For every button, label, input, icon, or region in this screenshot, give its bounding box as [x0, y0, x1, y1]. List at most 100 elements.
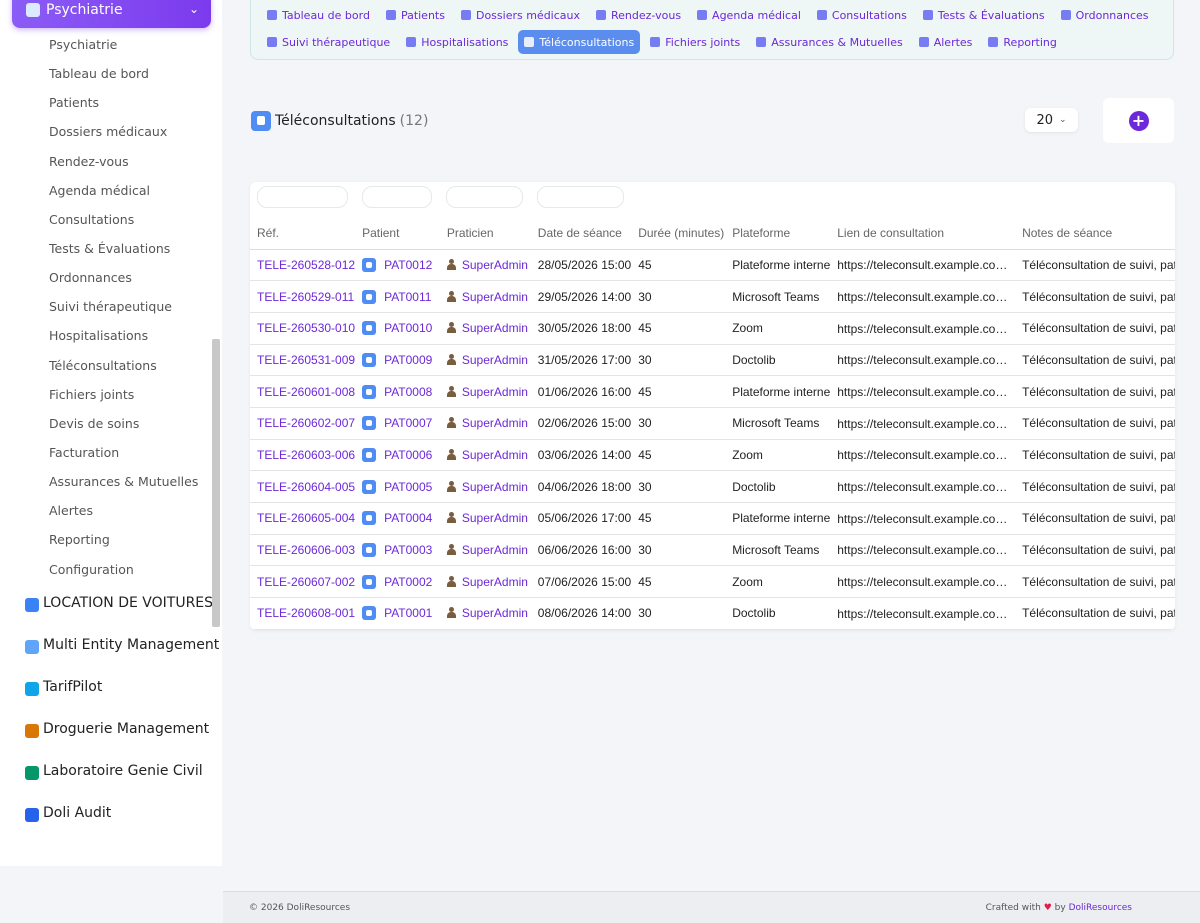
cell-ref[interactable]: TELE-260601-008 — [250, 375, 356, 408]
sidebar-module-location-de-voitures[interactable]: LOCATION DE VOITURES — [25, 595, 219, 637]
patient-link[interactable]: PAT0007 — [384, 416, 432, 430]
table-row[interactable]: TELE-260608-001 PAT0001 SuperAdmin 08/06/20… — [250, 597, 1175, 630]
column-header-patient[interactable]: Patient — [355, 217, 440, 250]
tab-suivi-therapeutique[interactable]: Suivi thérapeutique — [261, 30, 396, 54]
practitioner-link[interactable]: SuperAdmin — [462, 480, 528, 494]
table-row[interactable]: TELE-260603-006 PAT0006 SuperAdmin 03/06/20… — [250, 439, 1175, 472]
cell-praticien[interactable]: SuperAdmin — [439, 439, 531, 472]
column-header-lien-de-consultation[interactable]: Lien de consultation — [830, 217, 1016, 250]
cell-ref[interactable]: TELE-260608-001 — [250, 597, 356, 630]
column-header-notes-de-seance[interactable]: Notes de séance — [1015, 217, 1175, 250]
cell-ref[interactable]: TELE-260528-012 — [250, 249, 356, 282]
page-size-select[interactable]: 20 ⌄ — [1025, 108, 1078, 132]
cell-ref[interactable]: TELE-260602-007 — [250, 407, 356, 440]
table-row[interactable]: TELE-260529-011 PAT0011 SuperAdmin 29/05/20… — [250, 280, 1175, 313]
sidebar-item-rendez-vous[interactable]: Rendez-vous — [49, 153, 198, 182]
patient-link[interactable]: PAT0008 — [384, 385, 432, 399]
column-header-praticien[interactable]: Praticien — [439, 217, 531, 250]
table-row[interactable]: TELE-260528-012 PAT0012 SuperAdmin 28/05/20… — [250, 249, 1175, 282]
tab-dossiers-medicaux[interactable]: Dossiers médicaux — [455, 3, 586, 27]
table-row[interactable]: TELE-260607-002 PAT0002 SuperAdmin 07/06/20… — [250, 565, 1175, 599]
sidebar-item-reporting[interactable]: Reporting — [49, 531, 198, 560]
tab-patients[interactable]: Patients — [380, 3, 451, 27]
sidebar-module-doli-audit[interactable]: Doli Audit — [25, 805, 219, 847]
cell-praticien[interactable]: SuperAdmin — [439, 502, 531, 535]
cell-praticien[interactable]: SuperAdmin — [439, 312, 531, 345]
cell-patient[interactable]: PAT0002 — [355, 565, 440, 599]
footer-brand-link[interactable]: DoliResources — [1069, 903, 1132, 913]
cell-praticien[interactable]: SuperAdmin — [439, 565, 531, 599]
cell-praticien[interactable]: SuperAdmin — [439, 407, 531, 440]
tab-reporting[interactable]: Reporting — [982, 30, 1062, 54]
add-record-button[interactable]: + — [1128, 110, 1149, 131]
sidebar-item-devis-de-soins[interactable]: Devis de soins — [49, 415, 198, 444]
cell-ref[interactable]: TELE-260531-009 — [250, 344, 356, 377]
consultation-link[interactable]: https://teleconsult.example.com/... — [837, 290, 1009, 304]
sidebar-item-agenda-medical[interactable]: Agenda médical — [49, 182, 198, 211]
tab-agenda-medical[interactable]: Agenda médical — [691, 3, 807, 27]
practitioner-link[interactable]: SuperAdmin — [462, 416, 528, 430]
patient-link[interactable]: PAT0006 — [384, 448, 432, 462]
sidebar-item-configuration[interactable]: Configuration — [49, 561, 198, 590]
cell-patient[interactable]: PAT0009 — [355, 344, 440, 377]
sidebar-item-tableau-de-bord[interactable]: Tableau de bord — [49, 65, 198, 94]
cell-praticien[interactable]: SuperAdmin — [439, 280, 531, 313]
practitioner-link[interactable]: SuperAdmin — [462, 575, 528, 589]
column-header-duree-minutes[interactable]: Durée (minutes) — [631, 217, 726, 250]
table-row[interactable]: TELE-260606-003 PAT0003 SuperAdmin 06/06/20… — [250, 534, 1175, 567]
cell-praticien[interactable]: SuperAdmin — [439, 375, 531, 408]
sidebar-scrollbar[interactable] — [212, 339, 220, 627]
sidebar-item-tests-evaluations[interactable]: Tests & Évaluations — [49, 240, 198, 269]
tab-fichiers-joints[interactable]: Fichiers joints — [644, 30, 746, 54]
cell-ref[interactable]: TELE-260604-005 — [250, 470, 356, 503]
sidebar-item-hospitalisations[interactable]: Hospitalisations — [49, 327, 198, 356]
filter-date-input[interactable] — [537, 186, 624, 208]
consultation-link[interactable]: https://teleconsult.example.com/... — [837, 417, 1009, 431]
consultation-link[interactable]: https://teleconsult.example.com/... — [837, 543, 1009, 557]
patient-link[interactable]: PAT0004 — [384, 511, 432, 525]
module-header-psychiatrie[interactable]: Psychiatrie ⌄ — [12, 0, 211, 28]
cell-patient[interactable]: PAT0003 — [355, 534, 440, 567]
column-header-plateforme[interactable]: Plateforme — [725, 217, 831, 250]
table-row[interactable]: TELE-260531-009 PAT0009 SuperAdmin 31/05/20… — [250, 344, 1175, 377]
patient-link[interactable]: PAT0011 — [384, 290, 431, 304]
tab-rendez-vous[interactable]: Rendez-vous — [590, 3, 687, 27]
practitioner-link[interactable]: SuperAdmin — [462, 511, 528, 525]
tab-tests-evaluations[interactable]: Tests & Évaluations — [917, 3, 1051, 27]
cell-ref[interactable]: TELE-260603-006 — [250, 439, 356, 472]
practitioner-link[interactable]: SuperAdmin — [462, 385, 528, 399]
cell-ref[interactable]: TELE-260605-004 — [250, 502, 356, 535]
filter-practitioner-input[interactable] — [446, 186, 523, 208]
practitioner-link[interactable]: SuperAdmin — [462, 448, 528, 462]
table-row[interactable]: TELE-260604-005 PAT0005 SuperAdmin 04/06/20… — [250, 470, 1175, 503]
sidebar-item-patients[interactable]: Patients — [49, 94, 198, 123]
cell-patient[interactable]: PAT0012 — [355, 249, 440, 282]
patient-link[interactable]: PAT0009 — [384, 353, 432, 367]
cell-patient[interactable]: PAT0006 — [355, 439, 440, 472]
consultation-link[interactable]: https://teleconsult.example.com/... — [837, 607, 1009, 621]
practitioner-link[interactable]: SuperAdmin — [462, 258, 528, 272]
practitioner-link[interactable]: SuperAdmin — [462, 606, 528, 620]
sidebar-item-psychiatrie[interactable]: Psychiatrie — [49, 36, 198, 65]
cell-praticien[interactable]: SuperAdmin — [439, 249, 531, 282]
cell-patient[interactable]: PAT0010 — [355, 312, 440, 345]
sidebar-item-fichiers-joints[interactable]: Fichiers joints — [49, 386, 198, 415]
tab-consultations[interactable]: Consultations — [811, 3, 913, 27]
column-header-date-de-seance[interactable]: Date de séance — [530, 217, 632, 250]
table-row[interactable]: TELE-260602-007 PAT0007 SuperAdmin 02/06/20… — [250, 407, 1175, 440]
sidebar-module-tarifpilot[interactable]: TarifPilot — [25, 679, 219, 721]
consultation-link[interactable]: https://teleconsult.example.com/... — [837, 575, 1009, 589]
filter-patient-input[interactable] — [362, 186, 432, 208]
practitioner-link[interactable]: SuperAdmin — [462, 353, 528, 367]
consultation-link[interactable]: https://teleconsult.example.com/... — [837, 512, 1009, 526]
cell-ref[interactable]: TELE-260529-011 — [250, 280, 356, 313]
sidebar-item-consultations[interactable]: Consultations — [49, 211, 198, 240]
sidebar-module-multi-entity-management[interactable]: Multi Entity Management — [25, 637, 219, 679]
patient-link[interactable]: PAT0003 — [384, 543, 432, 557]
consultation-link[interactable]: https://teleconsult.example.com/... — [837, 385, 1009, 399]
sidebar-item-facturation[interactable]: Facturation — [49, 444, 198, 473]
tab-ordonnances[interactable]: Ordonnances — [1055, 3, 1155, 27]
cell-praticien[interactable]: SuperAdmin — [439, 470, 531, 503]
cell-praticien[interactable]: SuperAdmin — [439, 344, 531, 377]
chevron-down-icon[interactable]: ⌄ — [189, 2, 199, 16]
